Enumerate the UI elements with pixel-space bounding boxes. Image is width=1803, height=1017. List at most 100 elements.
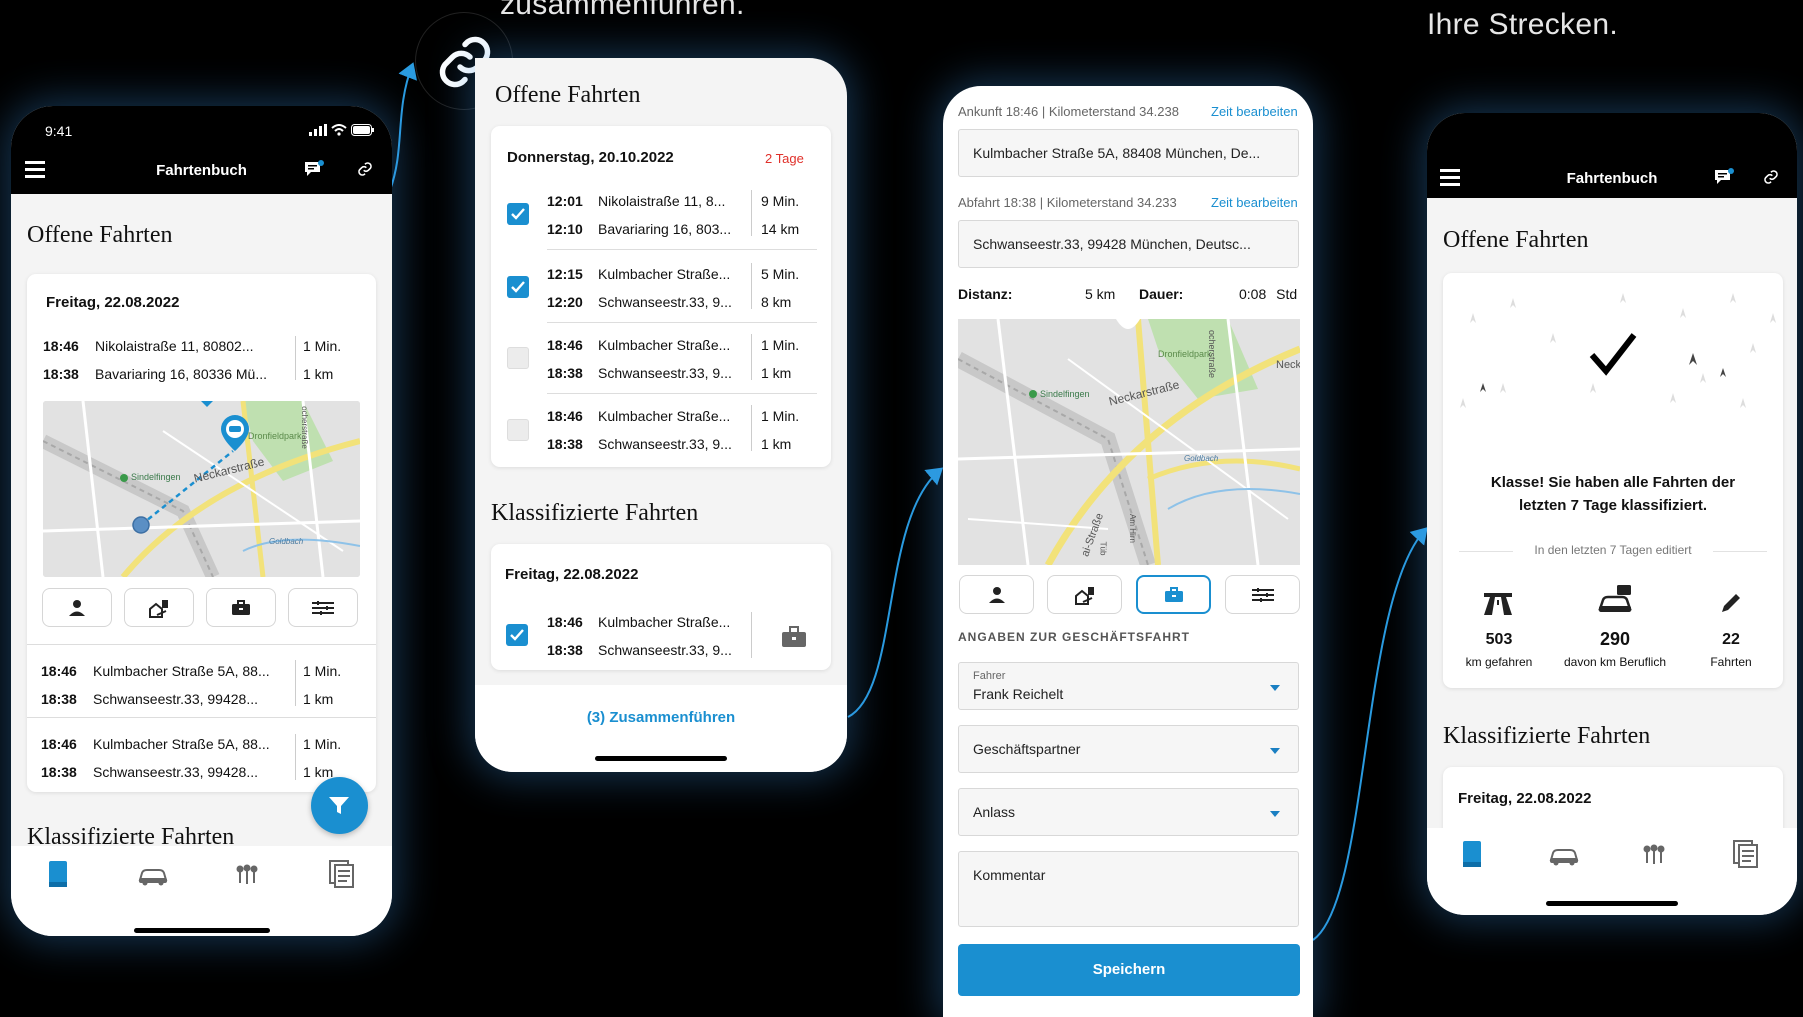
trip-checkbox[interactable] (506, 624, 528, 646)
bottom-navigation (1427, 828, 1797, 915)
section-classified-trips: Klassifizierte Fahrten (491, 500, 699, 526)
trip-end-address: Bavariaring 16, 803... (598, 221, 732, 237)
person-icon (988, 586, 1005, 603)
status-time: 9:41 (45, 123, 73, 139)
edit-departure-time-link[interactable]: Zeit bearbeiten (1211, 195, 1298, 210)
trip-distance: 1 km (303, 366, 334, 382)
trip-checkbox[interactable] (507, 276, 529, 298)
wifi-icon (331, 124, 347, 136)
phone-business-trip: Ankunft 18:46 | Kilometerstand 34.238 Ze… (943, 86, 1313, 1017)
documents-icon[interactable] (1733, 840, 1759, 868)
documents-icon[interactable] (329, 860, 355, 888)
trip-duration: 1 Min. (761, 337, 800, 353)
save-button[interactable]: Speichern (958, 944, 1300, 996)
distance-label: Distanz: (958, 286, 1013, 302)
person-icon (69, 599, 85, 616)
edited-label: In den letzten 7 Tagen editiert (1513, 543, 1713, 557)
trip-start-time: 18:46 (547, 337, 583, 353)
map-label-river: Goldbach (1184, 454, 1219, 463)
road-icon (1484, 593, 1512, 615)
pins-icon[interactable] (1642, 844, 1666, 866)
arrival-time: Ankunft 18:46 (958, 104, 1039, 119)
logbook-icon[interactable] (47, 860, 69, 888)
trip-start-address: Kulmbacher Straße... (598, 337, 731, 353)
chevron-down-icon (1270, 748, 1280, 754)
map-label-park: Dronfieldpark (1158, 349, 1212, 359)
success-message: Klasse! Sie haben alle Fahrten der letzt… (1490, 474, 1736, 514)
commute-trip-button[interactable] (124, 588, 194, 627)
trip-start-time: 18:46 (43, 338, 79, 354)
trip-checkbox[interactable] (507, 203, 529, 225)
edit-arrival-time-link[interactable]: Zeit bearbeiten (1211, 104, 1298, 119)
trip-checkbox[interactable] (507, 419, 529, 441)
driver-select[interactable]: Fahrer Frank Reichelt (958, 662, 1299, 710)
bottom-navigation (11, 846, 392, 936)
link-icon[interactable] (1763, 169, 1779, 185)
trip-duration: 1 Min. (303, 338, 342, 354)
pins-icon[interactable] (235, 864, 259, 886)
commute-trip-button[interactable] (1047, 575, 1122, 614)
filter-button[interactable] (311, 777, 368, 834)
map-label-park: Dronfieldpark (248, 431, 302, 441)
comment-textarea[interactable]: Kommentar (958, 851, 1299, 927)
map-label-street6: Tüb (1098, 541, 1108, 556)
trip-map[interactable]: Dronfieldpark Neckarstraße Sindelfingen … (43, 401, 360, 577)
departure-info: Abfahrt 18:38 | Kilometerstand 34.233 (958, 195, 1177, 210)
nav-bar: Fahrtenbuch (1427, 113, 1797, 198)
occasion-select[interactable]: Anlass (958, 788, 1299, 836)
stat-trips-label: Fahrten (1710, 655, 1752, 669)
trip-duration: 1 Min. (303, 663, 342, 679)
merge-button[interactable]: (3) Zusammenführen (475, 709, 847, 726)
trip-duration: 1 Min. (303, 736, 342, 752)
map-label-street2: ocherstraße (299, 406, 309, 449)
home-work-icon (1074, 586, 1094, 605)
car-icon[interactable] (1548, 846, 1580, 866)
home-work-icon (149, 599, 168, 618)
trip-end-address: Schwanseestr.33, 99428... (93, 691, 258, 707)
sliders-icon (312, 600, 334, 615)
briefcase-icon (1164, 586, 1183, 602)
trip-end-address: Schwanseestr.33, 9... (598, 294, 732, 310)
trip-distance: 1 km (761, 365, 792, 381)
business-partner-select[interactable]: Geschäftspartner (958, 725, 1299, 773)
trip-distance: 8 km (761, 294, 792, 310)
filter-icon (329, 797, 349, 814)
arrival-address: Kulmbacher Straße 5A, 88408 München, De.… (973, 145, 1261, 161)
business-trip-button[interactable] (206, 588, 276, 627)
more-options-button[interactable] (1225, 575, 1300, 614)
trip-distance: 1 km (303, 691, 334, 707)
trip-start-time: 18:46 (547, 614, 583, 630)
more-options-button[interactable] (288, 588, 358, 627)
divider (751, 612, 752, 658)
day-label: Donnerstag, 20.10.2022 (507, 149, 674, 166)
arrival-address-field[interactable]: Kulmbacher Straße 5A, 88408 München, De.… (958, 129, 1299, 177)
classified-date: Freitag, 22.08.2022 (505, 566, 639, 583)
battery-icon (351, 124, 374, 136)
car-icon[interactable] (137, 866, 169, 886)
trip-start-address: Kulmbacher Straße 5A, 88... (93, 736, 270, 752)
divider (751, 190, 752, 236)
route-map[interactable]: Dronfieldpark Neckarstraße Sindelfingen … (958, 319, 1300, 565)
divider (295, 660, 296, 706)
briefcase-icon (782, 626, 806, 647)
logbook-icon[interactable] (1461, 840, 1483, 868)
trip-start-address: Kulmbacher Straße... (598, 266, 731, 282)
private-trip-button[interactable] (42, 588, 112, 627)
trip-end-time: 12:20 (547, 294, 583, 310)
business-trip-button[interactable] (1136, 575, 1211, 614)
divider (547, 322, 817, 323)
departure-address-field[interactable]: Schwanseestr.33, 99428 München, Deutsc..… (958, 220, 1299, 268)
departure-address: Schwanseestr.33, 99428 München, Deutsc..… (973, 236, 1251, 252)
link-icon[interactable] (357, 161, 373, 177)
trip-end-address: Bavariaring 16, 80336 Mü... (95, 366, 267, 382)
trip-start-address: Nikolaistraße 11, 80802... (95, 338, 254, 354)
chevron-down-icon (1270, 811, 1280, 817)
trip-end-time: 18:38 (547, 365, 583, 381)
section-open-trips: Offene Fahrten (495, 82, 641, 108)
chat-icon[interactable] (303, 160, 325, 178)
caption-routes: Ihre Strecken. (1427, 8, 1618, 41)
private-trip-button[interactable] (959, 575, 1034, 614)
stat-trips-value: 22 (1722, 631, 1740, 648)
trip-checkbox[interactable] (507, 347, 529, 369)
chat-icon[interactable] (1713, 168, 1735, 186)
